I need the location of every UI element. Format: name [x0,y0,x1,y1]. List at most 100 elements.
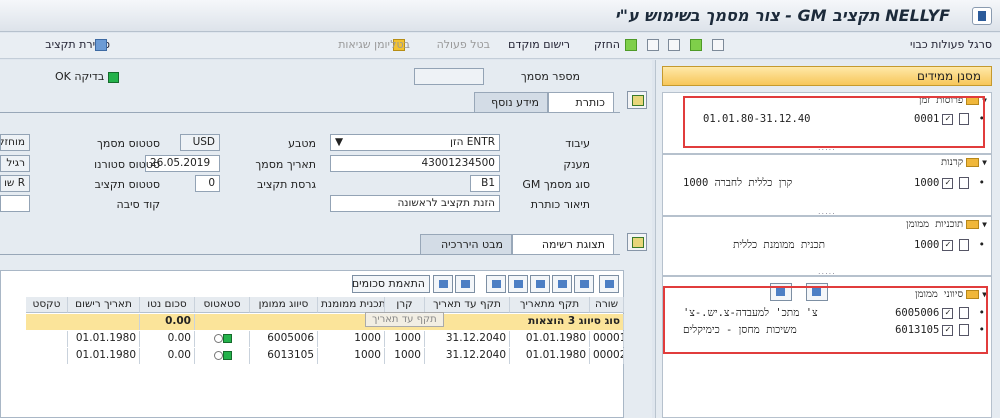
table-row-amount[interactable]: 0.00 [140,331,195,347]
table-row-program[interactable]: 1000 [318,348,385,364]
col-status[interactable]: סטאטוס [195,297,250,313]
col-valid-to[interactable]: תקף עד תאריך [425,297,510,313]
tab-list-view[interactable]: תצוגת רשימה [512,234,614,254]
col-text[interactable]: טקסט [26,297,68,313]
table-row-fund[interactable]: 1000 [385,331,425,347]
gm-doc-type-label: סוג מסמך GM [522,178,590,191]
tooltip: תקף עד תאריך [365,312,444,327]
table-row-fund[interactable]: 1000 [385,348,425,364]
edit-icon[interactable] [647,39,659,51]
toolbar-actions-off[interactable]: סרגל פעולות כבוי [910,38,992,51]
toolbar-hold[interactable]: החזק [594,38,620,51]
overview-icon[interactable] [95,39,107,51]
toolbar-error-log[interactable]: יומן שגיאות [338,38,390,51]
layout-icon[interactable] [455,275,475,293]
collapse-icon[interactable]: ▼ [982,158,987,167]
refresh-icon[interactable] [599,275,619,293]
resize-handle[interactable]: ..... [818,267,836,276]
folder-icon [966,219,980,229]
table-row-class[interactable]: 6013105 [250,348,318,364]
processing-select[interactable]: ENTR הזן ▼ [330,134,500,151]
toolbar-park[interactable]: רישום מוקדם [508,38,570,51]
list-item[interactable]: • ✓1000 [914,177,985,189]
document-icon[interactable] [712,39,724,51]
grantor-label: מענק [563,158,590,171]
chevron-down-icon[interactable]: ▼ [335,136,343,148]
check-ok-icon [107,71,119,83]
table-row-post-date[interactable]: 01.01.1980 [68,331,140,347]
find-next-icon[interactable] [486,275,506,293]
col-net-amount[interactable]: סכום נטו [140,297,195,313]
folder-icon [966,157,980,167]
col-class[interactable]: סיווג ממומן [250,297,318,313]
toolbar-undo[interactable]: בטל פעולה [437,38,490,51]
table-row-line[interactable]: 000020 [590,348,624,364]
header-desc-field[interactable]: הזנת תקציב לראשונה [330,195,500,212]
doc-number-field[interactable] [414,68,484,85]
reason-code-label: קוד סיבה [116,198,160,211]
match-sums-button[interactable]: התאמת סכומים [352,275,430,293]
find-icon[interactable] [508,275,528,293]
col-valid-from[interactable]: תקף מתאריך [510,297,590,313]
list-item[interactable]: • ✓1000 [914,239,985,251]
menu-icon[interactable] [972,7,992,25]
resize-handle[interactable]: ..... [818,207,836,216]
document-icon [959,177,970,189]
tab-hierarchy-view[interactable]: מבט היררכיה [420,234,512,254]
filter-icon[interactable] [530,275,550,293]
reason-code-field[interactable] [0,195,30,212]
check-ok-label: בדיקה OK [55,70,119,83]
budget-status-field[interactable]: R שו [0,175,30,192]
flag-icon[interactable] [690,39,702,51]
processing-label: עיבוד [565,137,590,150]
document-icon [959,239,970,251]
title-bar: NELLYF תקציב GM - צור מסמך בשימוש ע"י [0,0,1000,32]
table-row-text[interactable] [26,348,68,364]
sort-icon[interactable] [552,275,572,293]
doc-status-field[interactable]: מוחזק [0,134,30,151]
hold-icon[interactable] [625,39,637,51]
reversal-status-field[interactable]: רגיל [0,155,30,172]
window-title: NELLYF תקציב GM - צור מסמך בשימוש ע"י [614,6,950,25]
table-row-from[interactable]: 01.01.1980 [510,348,590,364]
col-line[interactable]: שורה [590,297,624,313]
checkbox[interactable]: ✓ [942,177,954,189]
table-row-to[interactable]: 31.12.2040 [425,348,510,364]
table-row-line[interactable]: 000010 [590,331,624,347]
table-row-to[interactable]: 31.12.2040 [425,331,510,347]
table-row-post-date[interactable]: 01.01.1980 [68,348,140,364]
table-row-from[interactable]: 01.01.1980 [510,331,590,347]
collapse-icon[interactable]: ▼ [982,220,987,229]
table-row-program[interactable]: 1000 [318,331,385,347]
highlight-box [663,286,988,354]
highlight-box [683,96,985,148]
grid-divider [0,254,620,255]
group-funds: ▼קרנות • ✓1000 קרן כללית לחברה 1000 ....… [662,154,992,216]
glasses-icon[interactable] [668,39,680,51]
toolbar-cancel[interactable]: בטל [390,38,410,51]
tab-header[interactable]: כותרת [548,92,614,112]
details-icon[interactable] [574,275,594,293]
table-row-amount[interactable]: 0.00 [140,348,195,364]
currency-field[interactable]: USD [180,134,220,151]
tab-additional-info[interactable]: מידע נוסף [474,92,548,112]
currency-label: מטבע [288,137,316,150]
column-icon[interactable] [433,275,453,293]
checkbox[interactable]: ✓ [942,239,954,251]
list-item-text: תכנית ממומנת כללית [733,239,826,251]
gm-doc-type-field[interactable]: B1 [470,175,500,192]
summary-amount: 0.00 [140,314,195,330]
table-row-text[interactable] [26,331,68,347]
doc-number-label: מספר מסמך [520,70,580,83]
table-row-class[interactable]: 6005006 [250,331,318,347]
expand-header-button[interactable] [627,91,647,109]
doc-status-label: סטטוס מסמך [96,137,160,150]
grantor-field[interactable]: 43001234500 [330,155,500,172]
expand-grid-button[interactable] [627,233,647,251]
col-program[interactable]: תכנית ממומנת [318,297,385,313]
col-fund[interactable]: קרן [385,297,425,313]
selected-dimensions-button[interactable]: מסנן ממידים [662,66,992,86]
budget-version-field[interactable]: 0 [195,175,220,192]
col-post-date[interactable]: תאריך רישום [68,297,140,313]
status-light-icon [214,350,232,360]
